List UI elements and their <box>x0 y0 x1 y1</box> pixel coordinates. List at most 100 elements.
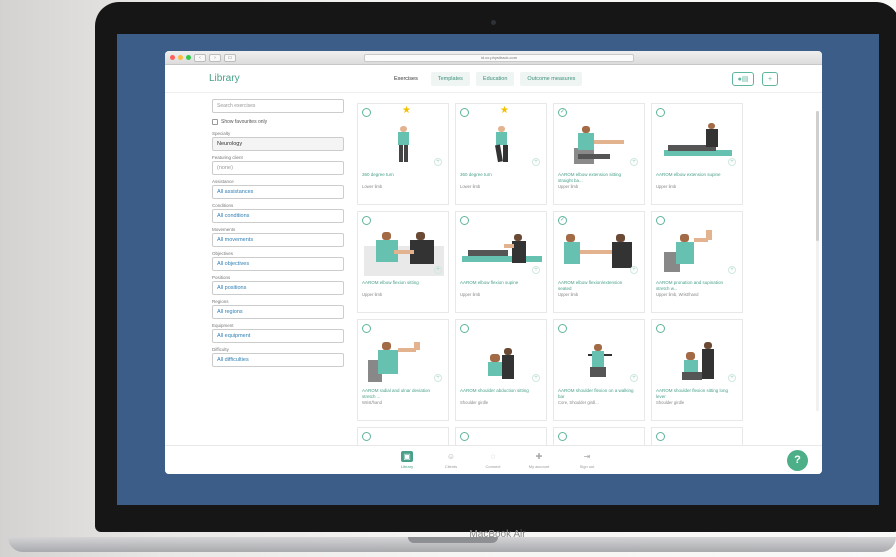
chat-icon: ◌ <box>490 452 496 461</box>
add-exercise-icon[interactable]: + <box>728 158 736 166</box>
filter-sidebar: Search exercises Show favourites only Spec… <box>212 99 344 451</box>
add-exercise-icon[interactable]: + <box>630 266 638 274</box>
add-exercise-icon[interactable]: + <box>532 158 540 166</box>
select-checkbox[interactable] <box>656 432 665 441</box>
add-exercise-icon[interactable]: + <box>434 158 442 166</box>
filter-select[interactable]: Neurology <box>212 137 344 151</box>
exercise-card[interactable]: + AAROM shoulder flexion sitting long lev… <box>651 319 743 421</box>
add-exercise-icon[interactable]: + <box>532 266 540 274</box>
add-exercise-icon[interactable]: + <box>630 158 638 166</box>
filter-select[interactable]: All positions <box>212 281 344 295</box>
back-icon[interactable]: ‹ <box>194 53 206 62</box>
filter-select[interactable]: All regions <box>212 305 344 319</box>
exercise-card[interactable]: + AAROM elbow flexion sitting Upper limb <box>357 211 449 313</box>
close-window-icon[interactable] <box>170 55 175 60</box>
exercise-name[interactable]: AAROM radial and ulnar deviation stretch… <box>362 388 438 399</box>
exercise-name[interactable]: AAROM elbow flexion sitting <box>362 280 438 286</box>
select-checkbox[interactable]: ✓ <box>558 216 567 225</box>
exercise-card[interactable]: + AAROM shoulder flexion on a walking bar… <box>553 319 645 421</box>
exercise-name[interactable]: AAROM shoulder abduction sitting <box>460 388 536 394</box>
favourite-star-icon[interactable]: ★ <box>500 105 509 116</box>
select-checkbox[interactable] <box>362 324 371 333</box>
exercise-card[interactable]: ★ +360 degree turn Lower limb <box>455 103 547 205</box>
add-exercise-icon[interactable]: + <box>728 374 736 382</box>
filter-select[interactable]: (none) <box>212 161 344 175</box>
filter-select[interactable]: All conditions <box>212 209 344 223</box>
exercise-name[interactable]: AAROM shoulder flexion on a walking bar <box>558 388 634 399</box>
exercise-name[interactable]: 360 degree turn <box>362 172 438 178</box>
tab-exercises[interactable]: Exercises <box>387 71 425 86</box>
exercise-card[interactable]: + AAROM shoulder abduction sitting Shoulde… <box>455 319 547 421</box>
select-checkbox[interactable] <box>558 432 567 441</box>
tab-templates[interactable]: Templates <box>430 71 470 86</box>
search-input[interactable]: Search exercises <box>212 99 344 113</box>
exercise-card[interactable]: ✓ + AAROM elbow extension sitting straight… <box>553 103 645 205</box>
laptop-lid: ‹ › ▭ id.co.physitrack.com Library Exerc… <box>95 2 896 540</box>
exercise-illustration <box>364 226 444 276</box>
filter-select[interactable]: All movements <box>212 233 344 247</box>
add-icon[interactable]: + <box>762 72 778 86</box>
select-checkbox[interactable] <box>460 432 469 441</box>
exercise-card[interactable]: ✓ + AAROM elbow flexion/extension seated Up… <box>553 211 645 313</box>
help-button[interactable]: ? <box>787 450 808 471</box>
exercise-illustration <box>658 334 738 384</box>
filter-label: Regions <box>212 299 229 304</box>
exercise-name[interactable]: AAROM elbow flexion/extension seated <box>558 280 634 291</box>
favourite-star-icon[interactable]: ★ <box>402 105 411 116</box>
exercise-illustration <box>364 118 444 168</box>
nav-clients[interactable]: ☺ Clients <box>433 451 469 469</box>
add-exercise-icon[interactable]: + <box>434 266 442 274</box>
exercise-name[interactable]: AAROM shoulder flexion sitting long leve… <box>656 388 732 399</box>
filter-select[interactable]: All equipment <box>212 329 344 343</box>
nav-sign-out[interactable]: ⇥ Sign out <box>569 451 605 469</box>
select-checkbox[interactable] <box>656 216 665 225</box>
filter-select[interactable]: All objectives <box>212 257 344 271</box>
address-bar[interactable]: id.co.physitrack.com <box>364 53 634 62</box>
add-exercise-icon[interactable]: + <box>532 374 540 382</box>
exercise-name[interactable]: 360 degree turn <box>460 172 536 178</box>
forward-icon[interactable]: › <box>209 53 221 62</box>
exercise-card[interactable]: + AAROM elbow flexion supine Upper limb <box>455 211 547 313</box>
favourites-toggle[interactable]: Show favourites only <box>212 119 344 125</box>
laptop-screen: ‹ › ▭ id.co.physitrack.com Library Exerc… <box>117 34 879 505</box>
exercise-name[interactable]: AAROM elbow extension sitting straight b… <box>558 172 634 183</box>
select-checkbox[interactable] <box>362 108 371 117</box>
filter-select[interactable]: All difficulties <box>212 353 344 367</box>
select-checkbox[interactable] <box>460 324 469 333</box>
maximize-window-icon[interactable] <box>186 55 191 60</box>
select-checkbox[interactable] <box>656 324 665 333</box>
exercise-name[interactable]: AAROM pronation and supination stretch w… <box>656 280 732 291</box>
select-checkbox[interactable] <box>558 324 567 333</box>
scrollbar[interactable] <box>816 111 819 411</box>
exercise-card[interactable]: ★ +360 degree turn Lower limb <box>357 103 449 205</box>
exercise-card[interactable]: + AAROM pronation and supination stretch … <box>651 211 743 313</box>
nav-connect[interactable]: ◌ Connect <box>475 451 511 469</box>
sidebar-toggle-icon[interactable]: ▭ <box>224 53 236 62</box>
select-checkbox[interactable] <box>656 108 665 117</box>
exercise-name[interactable]: AAROM elbow extension supine <box>656 172 732 178</box>
exercise-grid: ★ +360 degree turn Lower limb ★ +360 degree … <box>357 103 757 453</box>
nav-library[interactable]: ▣ Library <box>389 451 425 469</box>
laptop-base <box>8 537 896 552</box>
program-cart-icon[interactable]: ●▤ <box>732 72 754 86</box>
select-checkbox[interactable] <box>460 216 469 225</box>
bottom-nav: ▣ Library ☺ Clients ◌ Connect ✚ My account ⇥… <box>165 445 822 474</box>
select-checkbox[interactable] <box>460 108 469 117</box>
exercise-name[interactable]: AAROM elbow flexion supine <box>460 280 536 286</box>
nav-my-account[interactable]: ✚ My account <box>521 451 557 469</box>
exercise-card[interactable]: + AAROM radial and ulnar deviation stretc… <box>357 319 449 421</box>
filter-select[interactable]: All assistances <box>212 185 344 199</box>
exercise-body-region: Upper limb <box>460 292 481 297</box>
select-checkbox[interactable] <box>362 432 371 441</box>
tab-outcome-measures[interactable]: Outcome measures <box>520 71 583 86</box>
select-checkbox[interactable]: ✓ <box>558 108 567 117</box>
exercise-body-region: Shoulder girdle <box>656 400 685 405</box>
tab-education[interactable]: Education <box>475 71 515 86</box>
select-checkbox[interactable] <box>362 216 371 225</box>
add-exercise-icon[interactable]: + <box>434 374 442 382</box>
add-exercise-icon[interactable]: + <box>630 374 638 382</box>
exercise-card[interactable]: + AAROM elbow extension supine Upper limb <box>651 103 743 205</box>
favourites-checkbox[interactable] <box>212 119 218 125</box>
minimize-window-icon[interactable] <box>178 55 183 60</box>
add-exercise-icon[interactable]: + <box>728 266 736 274</box>
